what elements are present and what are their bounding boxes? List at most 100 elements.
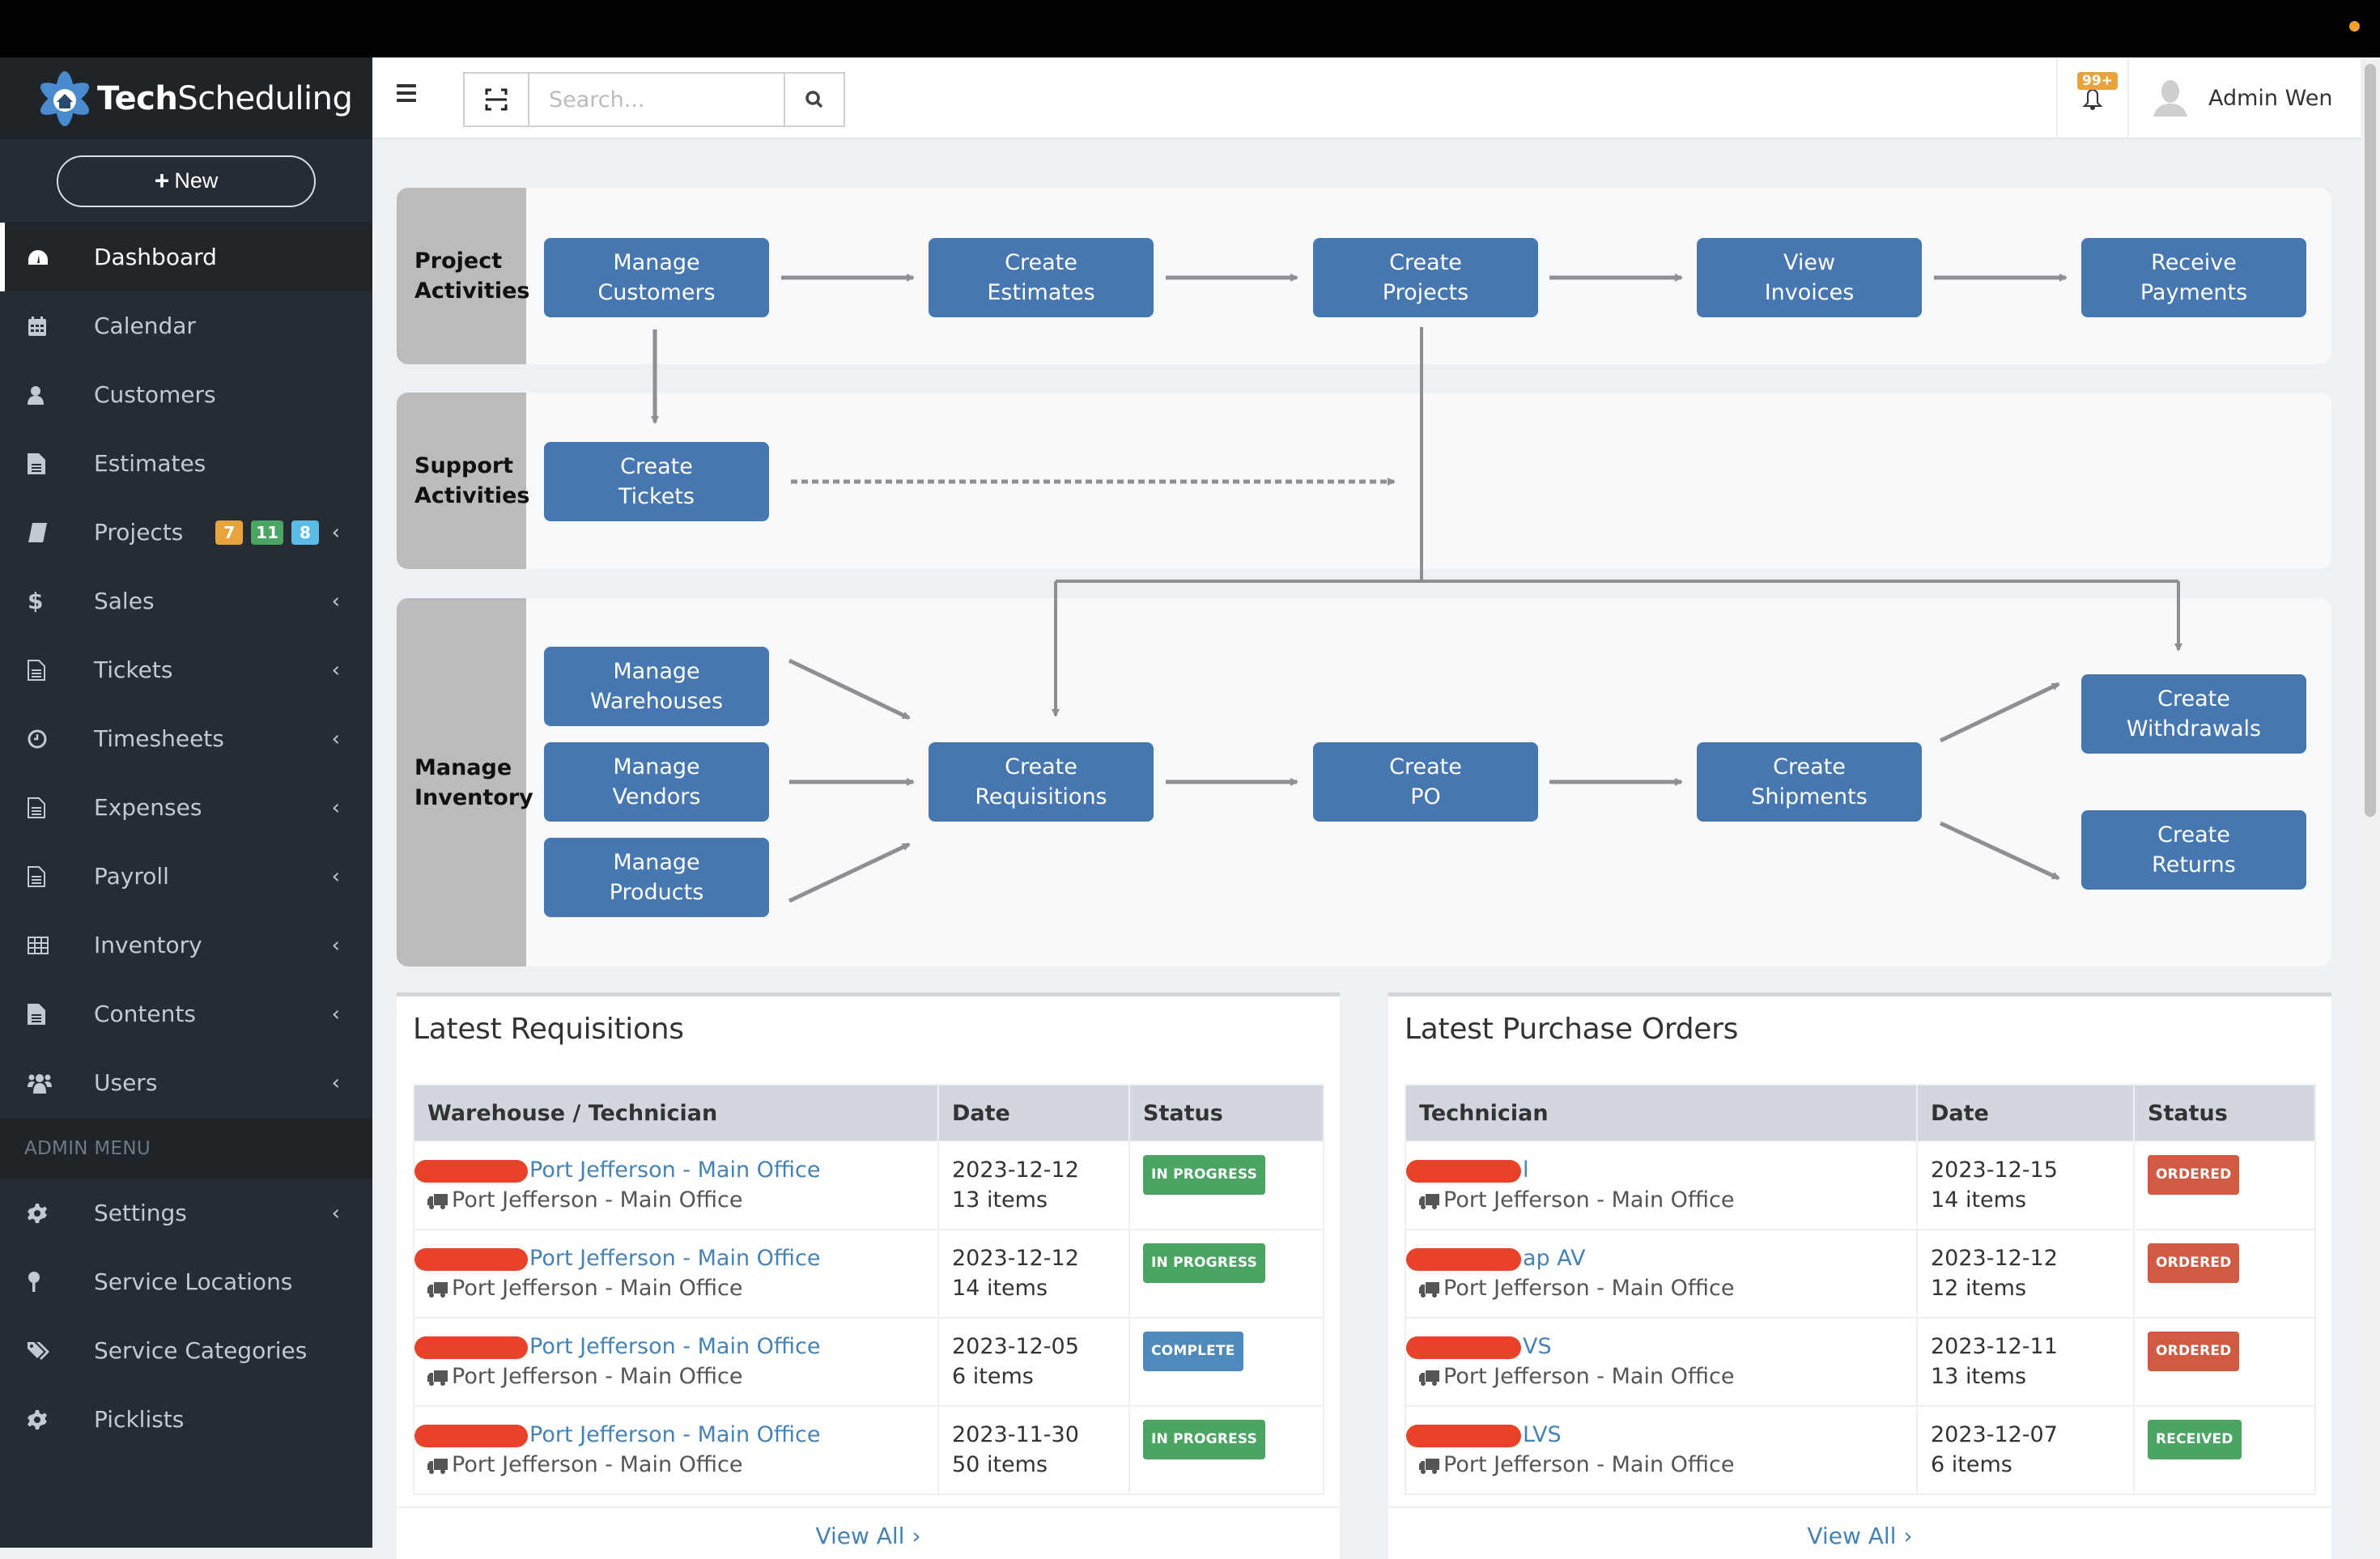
table-row[interactable]: ap AV Port Jefferson - Main Office 2023-… (1405, 1229, 2316, 1319)
top-header: 99+ Admin Wen (372, 57, 2361, 139)
redacted-name (1406, 1336, 1521, 1359)
brand[interactable]: TechScheduling (0, 57, 372, 139)
sidebar-item-expenses[interactable]: Expenses ‹ (0, 773, 372, 842)
record-link[interactable]: ap AV (1523, 1246, 1585, 1271)
sidebar-item-sales[interactable]: $ Sales ‹ (0, 567, 372, 635)
sidebar-item-label: Payroll (94, 863, 169, 890)
status-badge: ORDERED (2148, 1332, 2240, 1371)
sidebar-item-picklists[interactable]: Picklists (0, 1385, 372, 1454)
sidebar-item-service-locations[interactable]: Service Locations (0, 1247, 372, 1316)
node-receive-payments[interactable]: Receive Payments (2081, 238, 2306, 317)
record-link[interactable]: VS (1523, 1334, 1552, 1359)
redacted-name (1406, 1247, 1521, 1271)
table-row[interactable]: l Port Jefferson - Main Office 2023-12-1… (1405, 1141, 2316, 1230)
record-link[interactable]: l (1523, 1158, 1529, 1183)
warehouse-label: Port Jefferson - Main Office (1406, 1273, 1903, 1303)
node-create-po[interactable]: Create PO (1313, 742, 1538, 822)
column-header[interactable]: Date (937, 1084, 1130, 1142)
node-create-shipments[interactable]: Create Shipments (1697, 742, 1922, 822)
lane-label: Support Activities (397, 393, 529, 569)
sidebar-item-timesheets[interactable]: Timesheets ‹ (0, 704, 372, 773)
node-create-withdrawals[interactable]: Create Withdrawals (2081, 674, 2306, 754)
record-link[interactable]: Port Jefferson - Main Office (529, 1334, 820, 1359)
sidebar-item-calendar[interactable]: Calendar (0, 291, 372, 360)
record-link[interactable]: Port Jefferson - Main Office (529, 1246, 820, 1271)
warehouse-label: Port Jefferson - Main Office (414, 1273, 924, 1303)
chevron-left-icon[interactable]: ‹ (332, 933, 340, 958)
table-row[interactable]: Port Jefferson - Main Office Port Jeffer… (413, 1405, 1324, 1495)
scrollbar-thumb[interactable] (2365, 64, 2376, 817)
sidebar-item-payroll[interactable]: Payroll ‹ (0, 842, 372, 911)
chevron-left-icon[interactable]: ‹ (332, 589, 340, 614)
node-manage-customers[interactable]: Manage Customers (544, 238, 769, 317)
node-manage-vendors[interactable]: Manage Vendors (544, 742, 769, 822)
record-link[interactable]: Port Jefferson - Main Office (529, 1422, 820, 1447)
chevron-left-icon[interactable]: ‹ (332, 1201, 340, 1226)
barcode-scan-button[interactable] (465, 74, 529, 125)
sidebar-item-inventory[interactable]: Inventory ‹ (0, 911, 372, 979)
view-all-requisitions-link[interactable]: View All › (397, 1523, 1340, 1549)
date-cell: 2023-12-07 6 items (1916, 1405, 2135, 1495)
column-header[interactable]: Status (2133, 1084, 2316, 1142)
table-row[interactable]: LVS Port Jefferson - Main Office 2023-12… (1405, 1405, 2316, 1495)
count-badge: 8 (291, 520, 319, 545)
page-scrollbar[interactable] (2361, 57, 2380, 1548)
new-button[interactable]: + New (57, 155, 316, 207)
name-cell: Port Jefferson - Main Office Port Jeffer… (413, 1229, 939, 1319)
sidebar-item-customers[interactable]: Customers (0, 360, 372, 429)
chevron-left-icon[interactable]: ‹ (332, 1002, 340, 1026)
chevron-left-icon[interactable]: ‹ (332, 864, 340, 889)
view-all-purchase-orders-link[interactable]: View All › (1388, 1523, 2331, 1549)
notifications-button[interactable]: 99+ (2056, 57, 2129, 138)
record-link[interactable]: Port Jefferson - Main Office (529, 1158, 820, 1183)
chevron-left-icon[interactable]: ‹ (332, 1071, 340, 1095)
node-create-requisitions[interactable]: Create Requisitions (929, 742, 1154, 822)
node-manage-products[interactable]: Manage Products (544, 838, 769, 917)
chevron-left-icon[interactable]: ‹ (332, 658, 340, 682)
truck-icon (1419, 1458, 1439, 1474)
sidebar-item-projects[interactable]: Projects 7 11 8 ‹ (0, 498, 372, 567)
sidebar-item-contents[interactable]: Contents ‹ (0, 979, 372, 1048)
name-cell: l Port Jefferson - Main Office (1405, 1141, 1918, 1230)
node-create-returns[interactable]: Create Returns (2081, 810, 2306, 890)
menu-toggle-icon[interactable] (397, 84, 416, 102)
svg-text:$: $ (28, 590, 42, 613)
column-header[interactable]: Technician (1405, 1084, 1918, 1142)
node-manage-warehouses[interactable]: Manage Warehouses (544, 647, 769, 726)
book-icon (28, 522, 66, 542)
sidebar-item-tickets[interactable]: Tickets ‹ (0, 635, 372, 704)
search-button[interactable] (784, 74, 844, 125)
sidebar-item-label: Sales (94, 588, 155, 614)
sidebar-item-estimates[interactable]: Estimates (0, 429, 372, 498)
users-icon (28, 1073, 66, 1094)
table-row[interactable]: Port Jefferson - Main Office Port Jeffer… (413, 1141, 1324, 1230)
sidebar-item-dashboard[interactable]: Dashboard (0, 223, 372, 291)
column-header[interactable]: Date (1916, 1084, 2135, 1142)
column-header[interactable]: Warehouse / Technician (413, 1084, 939, 1142)
user-menu[interactable]: Admin Wen (2153, 57, 2332, 138)
node-create-tickets[interactable]: Create Tickets (544, 442, 769, 521)
sidebar-item-service-categories[interactable]: Service Categories (0, 1316, 372, 1385)
table-row[interactable]: Port Jefferson - Main Office Port Jeffer… (413, 1229, 1324, 1319)
sidebar-item-users[interactable]: Users ‹ (0, 1048, 372, 1117)
table-row[interactable]: VS Port Jefferson - Main Office 2023-12-… (1405, 1317, 2316, 1407)
chevron-left-icon[interactable]: ‹ (332, 796, 340, 820)
node-create-estimates[interactable]: Create Estimates (929, 238, 1154, 317)
node-view-invoices[interactable]: View Invoices (1697, 238, 1922, 317)
record-link[interactable]: LVS (1523, 1422, 1562, 1447)
status-badge: IN PROGRESS (1143, 1420, 1266, 1459)
redacted-name (1406, 1424, 1521, 1447)
search-input[interactable] (529, 74, 784, 125)
status-cell: RECEIVED (2133, 1405, 2316, 1495)
table-row[interactable]: Port Jefferson - Main Office Port Jeffer… (413, 1317, 1324, 1407)
status-badge: COMPLETE (1143, 1332, 1243, 1371)
sidebar-item-label: Timesheets (94, 725, 224, 752)
search-group (463, 72, 845, 127)
sidebar-item-label: Customers (94, 381, 216, 408)
date: 2023-11-30 (952, 1422, 1079, 1447)
chevron-left-icon[interactable]: ‹ (332, 727, 340, 751)
chevron-left-icon[interactable]: ‹ (332, 520, 340, 545)
node-create-projects[interactable]: Create Projects (1313, 238, 1538, 317)
column-header[interactable]: Status (1128, 1084, 1324, 1142)
sidebar-item-settings[interactable]: Settings ‹ (0, 1179, 372, 1247)
